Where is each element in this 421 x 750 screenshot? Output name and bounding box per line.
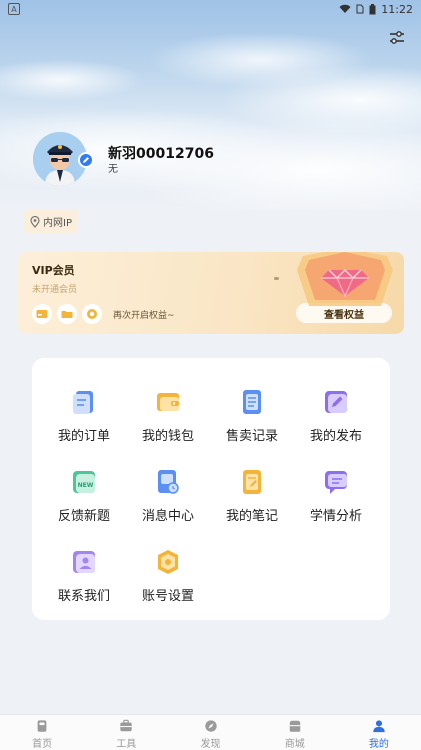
status-bar: A 11:22 xyxy=(0,0,421,18)
svg-text:NEW: NEW xyxy=(78,482,94,489)
menu-label: 我的笔记 xyxy=(225,509,278,524)
tab-tools[interactable]: 工具 xyxy=(84,715,168,750)
vip-card[interactable]: VIP会员 未开通会员 再次开启权益~ 查看权益 xyxy=(18,252,404,334)
menu-item-publish[interactable]: 我的发布 xyxy=(294,386,378,456)
tab-shop[interactable]: 商城 xyxy=(253,715,337,750)
tab-label: 首页 xyxy=(32,739,53,750)
app-notification-icon: A xyxy=(8,3,20,15)
account-settings-icon xyxy=(158,550,178,574)
menu-item-orders[interactable]: 我的订单 xyxy=(42,386,126,456)
menu-item-message-center[interactable]: 消息中心 xyxy=(126,466,210,536)
publish-icon xyxy=(325,391,347,413)
menu-item-wallet[interactable]: 我的钱包 xyxy=(126,386,210,456)
feature-grid: 我的订单 我的钱包 售卖记录 我的发布 NEW 反馈新题 消息中心 我的笔记 学… xyxy=(32,358,390,620)
feedback-new-icon: NEW xyxy=(73,471,95,493)
vip-crown-gem-icon xyxy=(297,252,393,306)
pencil-icon xyxy=(83,157,89,163)
wifi-icon xyxy=(339,4,351,13)
menu-item-analysis[interactable]: 学情分析 xyxy=(294,466,378,536)
vip-title: VIP会员 xyxy=(32,264,75,277)
menu-item-notes[interactable]: 我的笔记 xyxy=(210,466,294,536)
menu-item-feedback[interactable]: NEW 反馈新题 xyxy=(42,466,126,536)
menu-label: 消息中心 xyxy=(141,509,194,524)
profile-icon xyxy=(373,720,385,733)
vip-coin-benefit-icon xyxy=(82,304,102,324)
notes-icon xyxy=(243,470,261,494)
menu-label: 反馈新题 xyxy=(57,509,110,524)
vip-subtitle: 未开通会员 xyxy=(32,285,78,295)
menu-label: 联系我们 xyxy=(57,589,110,604)
menu-label: 我的订单 xyxy=(57,429,110,444)
ip-chip: 内网IP xyxy=(24,210,78,233)
sliders-icon xyxy=(390,31,404,44)
vip-hint: 再次开启权益~ xyxy=(113,311,175,321)
message-center-icon xyxy=(158,470,179,494)
vip-folder-benefit-icon xyxy=(57,304,77,324)
menu-item-contact[interactable]: 联系我们 xyxy=(42,546,126,616)
tab-discover[interactable]: 发现 xyxy=(168,715,252,750)
vip-card-benefit-icon xyxy=(32,304,52,324)
tab-label: 我的 xyxy=(368,739,389,750)
username: 新羽00012706 xyxy=(108,146,214,162)
menu-item-account-settings[interactable]: 账号设置 xyxy=(126,546,210,616)
menu-label: 售卖记录 xyxy=(225,429,278,444)
tab-profile[interactable]: 我的 xyxy=(337,715,421,750)
analysis-icon xyxy=(325,471,347,494)
shop-icon xyxy=(289,720,300,732)
menu-label: 账号设置 xyxy=(141,589,194,604)
vip-decoration-dot xyxy=(274,277,279,280)
order-icon xyxy=(73,391,93,414)
wallet-icon xyxy=(157,393,179,411)
settings-button[interactable] xyxy=(387,28,407,48)
tab-home[interactable]: 首页 xyxy=(0,715,84,750)
menu-item-sales-record[interactable]: 售卖记录 xyxy=(210,386,294,456)
tools-icon xyxy=(120,719,132,732)
sales-record-icon xyxy=(243,390,261,414)
user-subtitle: 无 xyxy=(108,164,118,175)
battery-icon xyxy=(369,3,376,14)
tab-label: 商城 xyxy=(284,739,305,750)
menu-label: 学情分析 xyxy=(309,509,362,524)
no-sim-icon xyxy=(356,4,364,14)
bottom-tab-bar: 首页 工具 发现 商城 我的 xyxy=(0,714,421,750)
menu-label: 我的钱包 xyxy=(141,429,194,444)
edit-avatar-button[interactable] xyxy=(78,152,94,168)
ip-label: 内网IP xyxy=(43,218,72,229)
home-icon xyxy=(37,720,47,732)
discover-icon xyxy=(204,720,217,732)
menu-label: 我的发布 xyxy=(309,429,362,444)
contact-icon xyxy=(73,551,95,573)
location-pin-icon xyxy=(30,215,40,228)
tab-label: 发现 xyxy=(200,739,221,750)
tab-label: 工具 xyxy=(116,739,137,750)
vip-benefit-icons xyxy=(32,304,102,324)
clock: 11:22 xyxy=(381,2,413,16)
